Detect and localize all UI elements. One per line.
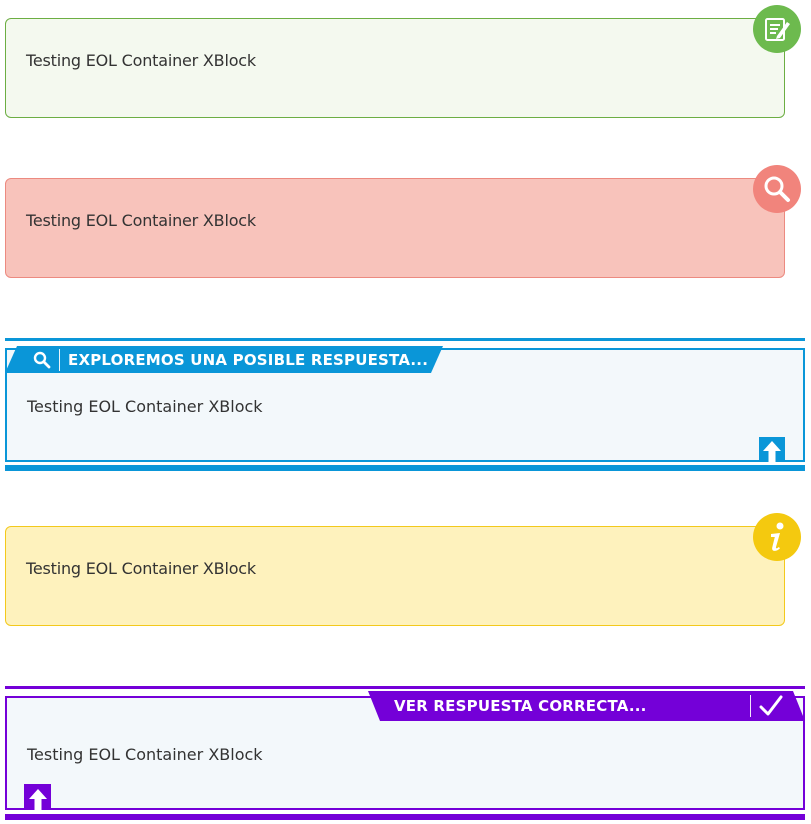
panel-bottom-line — [5, 814, 805, 820]
explore-answer-panel: Testing EOL Container XBlock EXPLOREMOS … — [5, 338, 805, 473]
container-text: Testing EOL Container XBlock — [26, 51, 256, 70]
container-text: Testing EOL Container XBlock — [26, 559, 256, 578]
info-icon — [753, 513, 801, 561]
container-text: Testing EOL Container XBlock — [26, 211, 256, 230]
tab-separator — [59, 349, 60, 371]
arrow-up-icon[interactable] — [24, 784, 51, 810]
notepad-pencil-icon — [753, 5, 801, 53]
explore-answer-toggle[interactable]: EXPLOREMOS UNA POSIBLE RESPUESTA... — [5, 346, 443, 373]
panel-top-line — [5, 338, 805, 341]
checkmark-icon — [759, 695, 783, 717]
container-text: Testing EOL Container XBlock — [27, 745, 263, 764]
container-yellow: Testing EOL Container XBlock — [5, 526, 785, 626]
container-green: Testing EOL Container XBlock — [5, 18, 785, 118]
tab-separator — [750, 695, 751, 717]
container-text: Testing EOL Container XBlock — [27, 397, 263, 416]
magnifier-icon — [753, 165, 801, 213]
correct-answer-toggle[interactable]: VER RESPUESTA CORRECTA... — [368, 691, 805, 721]
arrow-up-icon[interactable] — [759, 437, 785, 462]
panel-header: VER RESPUESTA CORRECTA... — [394, 697, 647, 715]
container-red: Testing EOL Container XBlock — [5, 178, 785, 278]
panel-bottom-line — [5, 465, 805, 471]
search-icon — [33, 351, 51, 369]
correct-answer-panel: Testing EOL Container XBlock VER RESPUES… — [5, 686, 805, 822]
panel-top-line — [5, 686, 805, 689]
panel-header: EXPLOREMOS UNA POSIBLE RESPUESTA... — [68, 350, 429, 369]
